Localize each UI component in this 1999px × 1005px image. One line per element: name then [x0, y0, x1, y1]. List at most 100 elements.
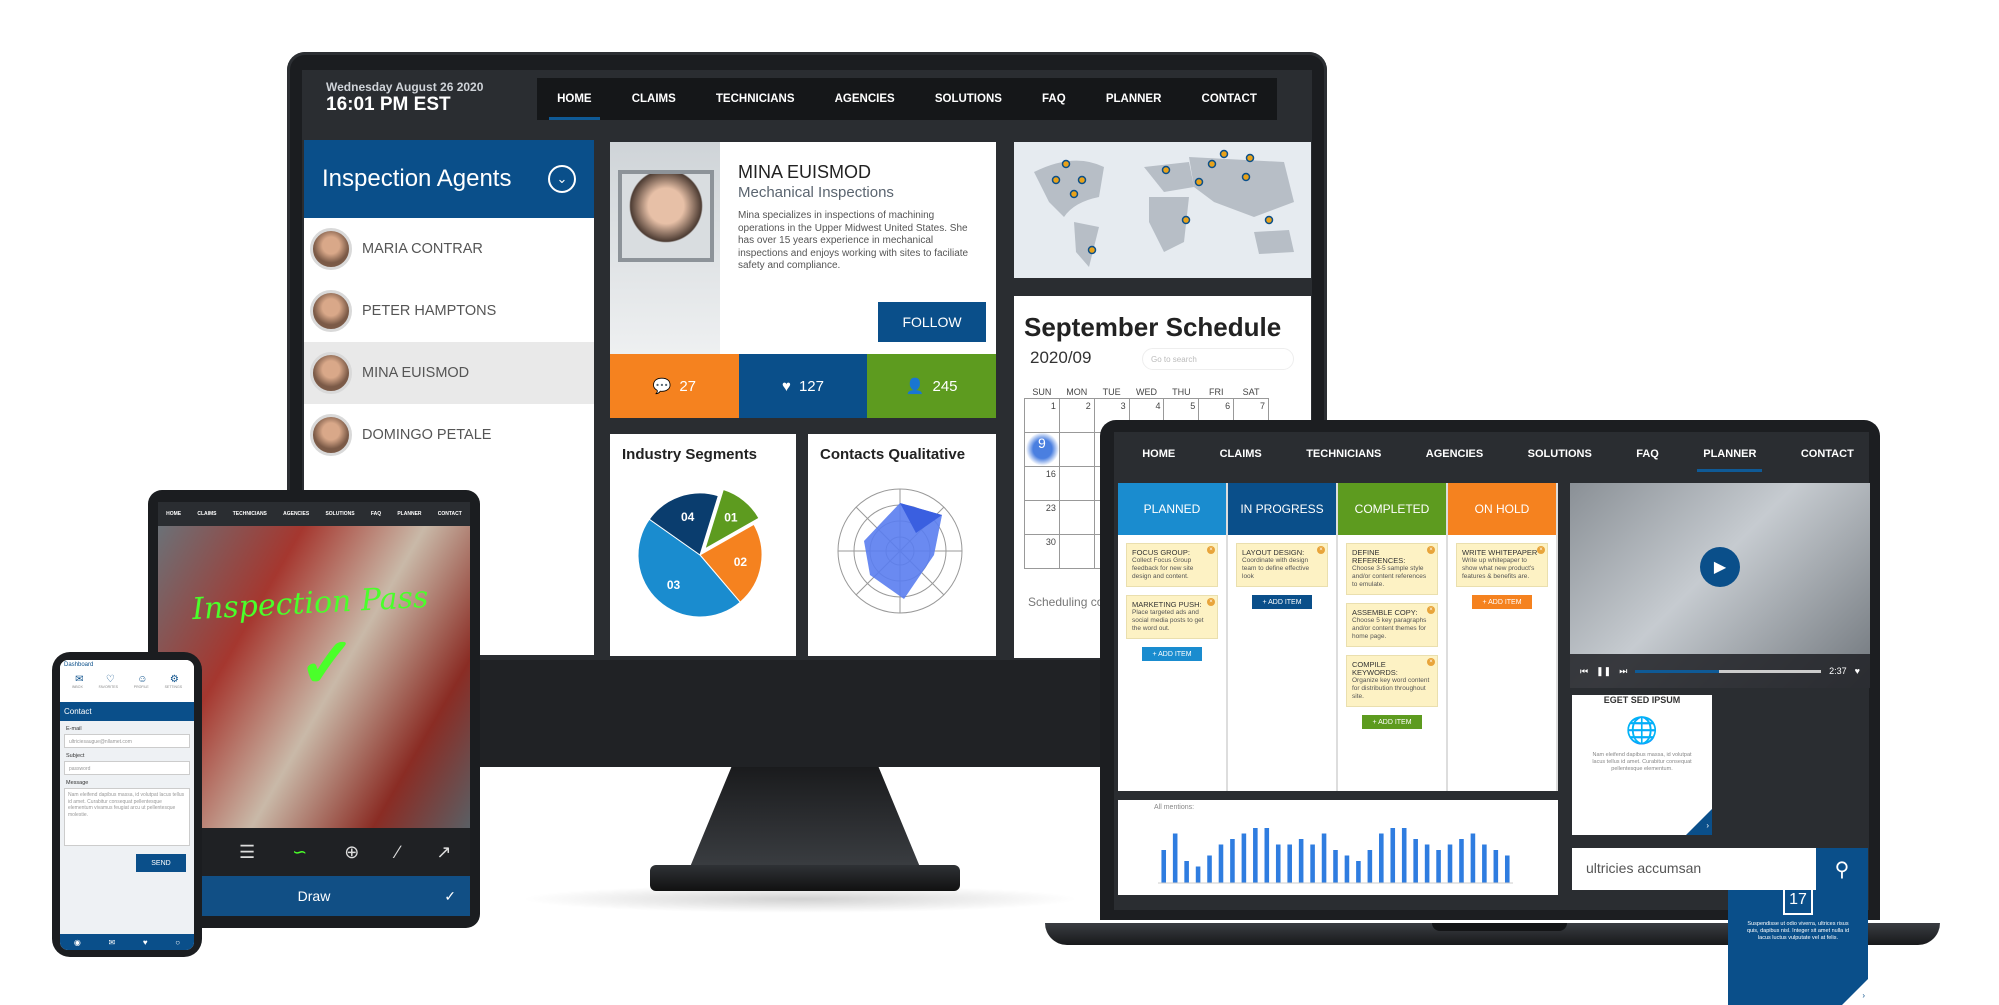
map-pin[interactable] [1061, 159, 1071, 169]
mentions-bar[interactable] [1207, 855, 1212, 884]
sliders-icon[interactable]: ☰ [239, 842, 255, 863]
kanban-column-header[interactable]: PLANNED [1118, 483, 1226, 535]
kanban-card[interactable]: ASSEMBLE COPY: Choose 5 key paragraphs an… [1346, 603, 1438, 647]
chat-icon[interactable]: ○ [175, 938, 180, 947]
mentions-bar[interactable] [1436, 850, 1441, 883]
tablet-nav-faq[interactable]: FAQ [371, 511, 381, 517]
map-pin[interactable] [1241, 172, 1251, 182]
kanban-card[interactable]: LAYOUT DESIGN: Coordinate with design tea… [1236, 543, 1328, 587]
agents-header[interactable]: Inspection Agents ⌄ [304, 140, 594, 218]
follow-button[interactable]: FOLLOW [878, 302, 986, 342]
mentions-bar[interactable] [1504, 855, 1510, 884]
message-field[interactable]: Nam eleifend dapibus massa, id volutpat … [64, 788, 190, 846]
laptop-nav-planner[interactable]: PLANNER [1697, 434, 1763, 474]
world-map[interactable] [1014, 142, 1311, 278]
nav-technicians[interactable]: TECHNICIANS [708, 78, 803, 120]
kanban-card[interactable]: WRITE WHITEPAPER Write up whitepaper to s… [1456, 543, 1548, 587]
mentions-bar[interactable] [1367, 850, 1373, 883]
mentions-bar[interactable] [1401, 828, 1407, 883]
mentions-bar[interactable] [1184, 861, 1189, 883]
add-item-button[interactable]: + ADD ITEM [1142, 647, 1202, 661]
video-progress-bar[interactable] [1635, 669, 1822, 673]
arrow-tool-icon[interactable]: ↗ [436, 842, 451, 863]
kanban-column-header[interactable]: ON HOLD [1448, 483, 1556, 535]
add-item-button[interactable]: + ADD ITEM [1472, 595, 1532, 609]
laptop-nav-agencies[interactable]: AGENCIES [1420, 434, 1489, 474]
mentions-bar[interactable] [1287, 844, 1292, 884]
chevron-right-icon[interactable]: › [1686, 809, 1712, 835]
chevron-down-icon[interactable]: ⌄ [548, 165, 576, 193]
nav-planner[interactable]: PLANNER [1098, 78, 1170, 120]
calendar-cell[interactable]: 9 [1024, 431, 1060, 467]
inbox-icon[interactable]: ✉ [75, 674, 83, 685]
zoom-in-icon[interactable]: ⊕ [344, 842, 359, 863]
close-icon[interactable]: × [1427, 546, 1435, 554]
calendar-cell[interactable]: 16 [1024, 465, 1060, 501]
mentions-bar[interactable] [1333, 850, 1338, 883]
map-pin[interactable] [1181, 215, 1191, 225]
nav-claims[interactable]: CLAIMS [624, 78, 684, 120]
kanban-card[interactable]: DEFINE REFERENCES: Choose 3-5 sample styl… [1346, 543, 1438, 595]
pause-icon[interactable]: ❚❚ [1596, 666, 1611, 677]
mentions-bar[interactable] [1493, 850, 1499, 883]
mentions-bar[interactable] [1230, 839, 1235, 883]
kanban-card[interactable]: MARKETING PUSH: Place targeted ads and so… [1126, 595, 1218, 639]
map-pin[interactable] [1194, 177, 1204, 187]
kanban-card[interactable]: COMPILE KEYWORDS: Organize key word conte… [1346, 655, 1438, 707]
kanban-column-header[interactable]: COMPLETED [1338, 483, 1446, 535]
line-tool-icon[interactable]: ∕ [396, 842, 399, 863]
laptop-nav-faq[interactable]: FAQ [1630, 434, 1665, 474]
mentions-bar[interactable] [1172, 833, 1178, 884]
mentions-bar[interactable] [1241, 833, 1247, 884]
mentions-bar[interactable] [1264, 828, 1270, 883]
close-icon[interactable]: × [1207, 598, 1215, 606]
mentions-bar[interactable] [1161, 850, 1167, 883]
search-input[interactable]: ultricies accumsan [1572, 848, 1816, 890]
map-pin[interactable] [1245, 153, 1255, 163]
calendar-cell[interactable] [1058, 465, 1095, 501]
close-icon[interactable]: × [1317, 546, 1325, 554]
mentions-bar[interactable] [1447, 844, 1453, 884]
close-icon[interactable]: × [1537, 546, 1545, 554]
tab-profile[interactable]: PROFILE [134, 685, 149, 689]
tablet-nav-planner[interactable]: PLANNER [397, 511, 421, 517]
heart-icon[interactable]: ♥ [1855, 666, 1860, 676]
map-pin[interactable] [1077, 175, 1087, 185]
agent-list-item[interactable]: MARIA CONTRAR [304, 218, 594, 280]
mentions-bar[interactable] [1321, 833, 1327, 884]
send-button[interactable]: SEND [136, 854, 186, 872]
mentions-bar[interactable] [1413, 839, 1418, 883]
mentions-bar[interactable] [1379, 833, 1384, 884]
mentions-bar[interactable] [1275, 844, 1281, 884]
tablet-nav-technicians[interactable]: TECHNICIANS [233, 511, 267, 517]
favorites-icon[interactable]: ♡ [106, 674, 115, 685]
email-field[interactable]: ultriciesaugue@nllamet.com [64, 734, 190, 748]
profile-icon[interactable]: ☺ [137, 674, 147, 685]
map-pin[interactable] [1161, 165, 1171, 175]
kanban-card[interactable]: FOCUS GROUP: Collect Focus Group feedback… [1126, 543, 1218, 587]
tablet-nav-contact[interactable]: CONTACT [438, 511, 462, 517]
agent-list-item[interactable]: MINA EUISMOD [304, 342, 594, 404]
search-icon[interactable]: ⚲ [1816, 848, 1868, 890]
schedule-search-input[interactable]: Go to search [1142, 348, 1294, 370]
mentions-bar[interactable] [1356, 861, 1361, 883]
tablet-nav-home[interactable]: HOME [166, 511, 181, 517]
squiggle-pen-icon[interactable]: ∽ [292, 842, 307, 863]
calendar-cell[interactable] [1058, 533, 1095, 569]
close-icon[interactable]: × [1207, 546, 1215, 554]
kanban-column-header[interactable]: IN PROGRESS [1228, 483, 1336, 535]
nav-faq[interactable]: FAQ [1034, 78, 1074, 120]
mentions-bar[interactable] [1482, 844, 1487, 884]
nav-contact[interactable]: CONTACT [1194, 78, 1265, 120]
nav-home[interactable]: HOME [549, 78, 600, 120]
draw-button[interactable]: Draw ✓ [158, 876, 470, 916]
chevron-right-icon[interactable]: › [1842, 979, 1868, 1005]
agent-list-item[interactable]: DOMINGO PETALE [304, 404, 594, 466]
home-icon[interactable]: ◉ [74, 938, 81, 947]
heart-icon[interactable]: ♥ [143, 938, 148, 947]
laptop-nav-technicians[interactable]: TECHNICIANS [1300, 434, 1387, 474]
likes-stat[interactable]: ♥ 127 [738, 354, 868, 418]
mentions-bar[interactable] [1195, 866, 1201, 884]
nav-solutions[interactable]: SOLUTIONS [927, 78, 1010, 120]
laptop-nav-solutions[interactable]: SOLUTIONS [1522, 434, 1598, 474]
